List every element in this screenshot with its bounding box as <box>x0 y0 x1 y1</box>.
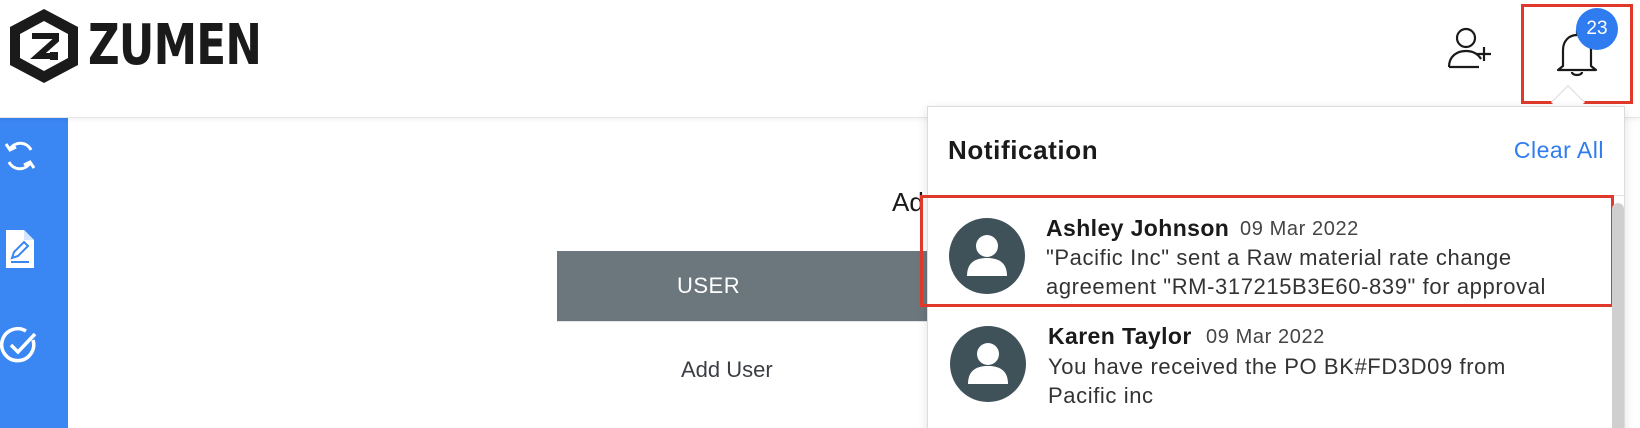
brand-name: ZUMEN <box>88 13 262 78</box>
notification-date: 09 Mar 2022 <box>1240 218 1359 240</box>
avatar <box>949 218 1025 294</box>
top-header: ZUMEN 23 <box>0 0 1640 118</box>
zumen-hexagon-logo-icon <box>6 6 82 86</box>
notification-item[interactable]: Ashley Johnson 09 Mar 2022 "Pacific Inc"… <box>920 195 1614 307</box>
table-header-row: USER <box>557 251 947 321</box>
clear-all-button[interactable]: Clear All <box>1514 137 1604 164</box>
sidebar-item-approvals[interactable] <box>0 326 40 371</box>
notification-count-badge: 23 <box>1576 8 1618 50</box>
add-user-link[interactable]: Add User <box>681 357 773 383</box>
notification-message-line: Pacific inc <box>1048 383 1154 408</box>
avatar <box>950 326 1026 402</box>
notification-message-line: "Pacific Inc" sent a Raw material rate c… <box>1046 245 1512 270</box>
user-silhouette-icon <box>967 235 1007 276</box>
notification-sender: Ashley Johnson <box>1046 215 1230 241</box>
sidebar-item-refresh[interactable] <box>0 138 40 178</box>
notification-item[interactable]: Karen Taylor 09 Mar 2022 You have receiv… <box>928 312 1612 424</box>
document-edit-icon <box>2 228 38 275</box>
brand-logo[interactable]: ZUMEN <box>6 6 310 86</box>
app-window: ZUMEN 23 Ad USER Add User Notification C… <box>0 0 1640 428</box>
sidebar-item-documents[interactable] <box>0 229 40 271</box>
table-row: Add User <box>557 321 947 428</box>
add-user-icon <box>1445 25 1495 76</box>
check-circle-icon <box>0 326 40 371</box>
notification-date: 09 Mar 2022 <box>1206 326 1325 348</box>
notification-sender: Karen Taylor <box>1048 323 1192 349</box>
notification-scrollbar[interactable] <box>1612 203 1624 428</box>
notification-message-line: agreement "RM-317215B3E60-839" for appro… <box>1046 274 1547 299</box>
notification-panel-title: Notification <box>948 135 1099 165</box>
notifications-bell-button[interactable] <box>1521 4 1633 104</box>
notification-message-line: You have received the PO BK#FD3D09 from <box>1048 354 1506 379</box>
refresh-icon <box>2 138 38 179</box>
user-silhouette-icon <box>968 343 1008 384</box>
column-header-user: USER <box>677 273 741 298</box>
notification-panel: Notification Clear All Ashley Johnson 09… <box>920 106 1625 428</box>
left-sidebar <box>0 118 68 428</box>
add-user-button[interactable] <box>1442 26 1498 74</box>
